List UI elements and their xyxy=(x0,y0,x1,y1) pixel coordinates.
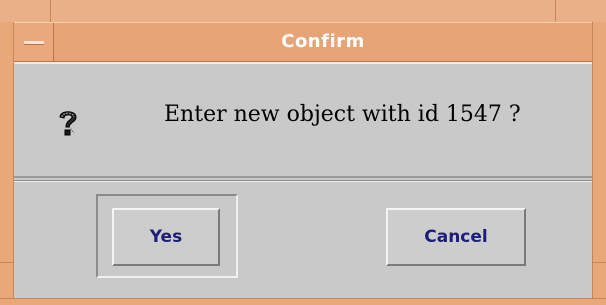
window-title: Confirm xyxy=(281,31,365,52)
confirm-message: Enter new object with id 1547 ? xyxy=(164,102,521,127)
message-panel: Enter new object with id 1547 ? xyxy=(14,62,592,178)
window-frame-top[interactable] xyxy=(0,0,606,23)
window-menu-dash-icon xyxy=(24,41,44,45)
frame-side-notch-right xyxy=(592,262,606,263)
confirm-dialog-window: Confirm Enter new object with id 1547 ? … xyxy=(0,0,606,305)
title-bar[interactable]: Confirm xyxy=(14,22,592,62)
cancel-button[interactable]: Cancel xyxy=(386,208,526,266)
frame-corner-notch-right xyxy=(555,0,556,22)
question-mark-icon xyxy=(59,111,77,136)
window-menu-button[interactable] xyxy=(14,23,54,61)
yes-button[interactable]: Yes xyxy=(112,208,220,266)
frame-side-notch-left xyxy=(0,262,14,263)
button-panel: Yes Cancel xyxy=(14,182,592,298)
window-frame-bottom[interactable] xyxy=(0,298,606,305)
frame-corner-notch-left xyxy=(50,0,51,22)
dialog-body: Enter new object with id 1547 ? Yes Canc… xyxy=(14,62,592,298)
